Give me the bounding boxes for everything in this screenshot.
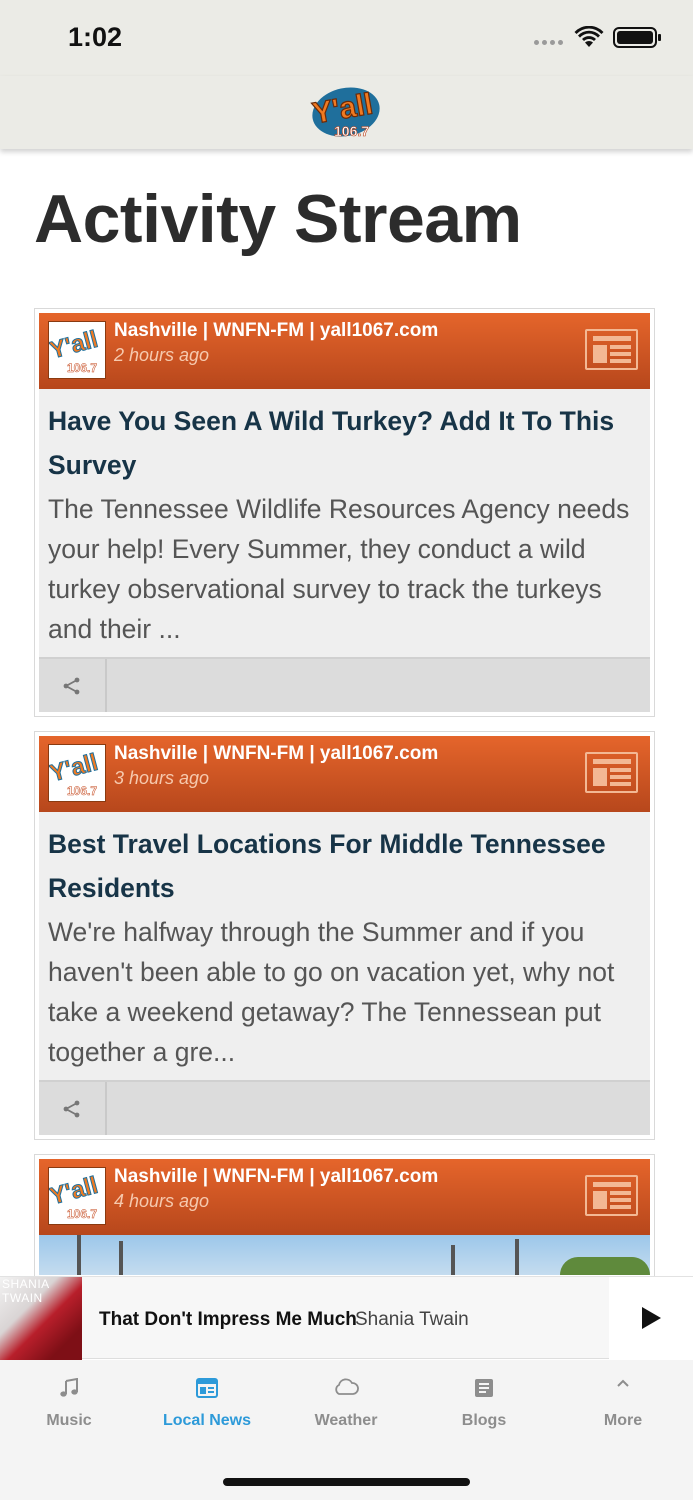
cloud-icon <box>335 1378 359 1395</box>
cellular-signal-icon <box>534 40 563 45</box>
chevron-up-icon <box>617 1379 629 1387</box>
source-logo: Y'all 106.7 <box>48 744 106 802</box>
card-header: Y'all 106.7 Nashville | WNFN-FM | yall10… <box>39 1159 650 1235</box>
artist-name: Shania Twain <box>355 1309 469 1330</box>
share-button[interactable] <box>39 1082 107 1135</box>
tab-label: More <box>603 1412 643 1429</box>
tab-label: Blogs <box>461 1412 507 1429</box>
tab-weather[interactable]: Weather <box>277 1360 415 1440</box>
svg-text:106.7: 106.7 <box>67 361 97 375</box>
station-logo: Y'all 106.7 <box>309 87 380 139</box>
article-type-icon <box>585 1175 638 1216</box>
card-title[interactable]: Best Travel Locations For Middle Tenness… <box>39 812 650 910</box>
card-source: Nashville | WNFN-FM | yall1067.com <box>114 1166 439 1187</box>
share-icon <box>63 1100 80 1117</box>
card-description: We're halfway through the Summer and if … <box>48 917 615 1067</box>
svg-text:106.7: 106.7 <box>67 784 97 798</box>
card-description: The Tennessee Wildlife Resources Agency … <box>48 494 630 644</box>
status-time: 1:02 <box>68 22 123 52</box>
tab-music[interactable]: Music <box>0 1360 138 1440</box>
svg-text:106.7: 106.7 <box>334 123 369 139</box>
svg-text:Y'all: Y'all <box>49 1172 101 1211</box>
card-title[interactable]: Have You Seen A Wild Turkey? Add It To T… <box>39 389 650 487</box>
card-timestamp: 4 hours ago <box>114 1191 210 1211</box>
article-type-icon <box>585 752 638 793</box>
wifi-icon <box>574 26 604 47</box>
tab-label: Weather <box>314 1412 378 1429</box>
play-button[interactable] <box>609 1277 693 1359</box>
now-playing-bar[interactable]: SHANIA TWAIN That Don't Impress Me Much … <box>0 1276 693 1360</box>
tab-label: Local News <box>162 1412 252 1429</box>
svg-text:106.7: 106.7 <box>67 1207 97 1221</box>
song-title: That Don't Impress Me Much <box>99 1309 357 1330</box>
card-timestamp: 3 hours ago <box>114 768 210 788</box>
tab-blogs[interactable]: Blogs <box>415 1360 553 1440</box>
music-note-icon <box>60 1378 78 1397</box>
album-art-text: SHANIA TWAIN <box>2 1277 50 1305</box>
activity-card[interactable]: Y'all 106.7 Nashville | WNFN-FM | yall10… <box>34 731 655 1140</box>
activity-card[interactable]: Y'all 106.7 Nashville | WNFN-FM | yall10… <box>34 1154 655 1276</box>
home-indicator[interactable] <box>223 1478 470 1486</box>
svg-text:Y'all: Y'all <box>49 326 101 365</box>
tab-local-news[interactable]: Local News <box>138 1360 276 1440</box>
app-header: Y'all 106.7 <box>0 76 693 149</box>
source-logo: Y'all 106.7 <box>48 321 106 379</box>
card-header: Y'all 106.7 Nashville | WNFN-FM | yall10… <box>39 736 650 812</box>
card-header: Y'all 106.7 Nashville | WNFN-FM | yall10… <box>39 313 650 389</box>
activity-card[interactable]: Y'all 106.7 Nashville | WNFN-FM | yall10… <box>34 308 655 717</box>
card-timestamp: 2 hours ago <box>114 345 210 365</box>
tab-label: Music <box>46 1412 92 1429</box>
card-source: Nashville | WNFN-FM | yall1067.com <box>114 320 439 341</box>
album-art: SHANIA TWAIN <box>0 1277 82 1360</box>
play-icon <box>642 1307 661 1329</box>
card-footer <box>39 657 650 712</box>
battery-icon <box>613 27 661 48</box>
svg-text:Y'all: Y'all <box>49 749 101 788</box>
document-icon <box>475 1379 493 1397</box>
news-icon <box>196 1378 218 1398</box>
card-image[interactable] <box>39 1235 650 1275</box>
share-button[interactable] <box>39 659 107 712</box>
card-source: Nashville | WNFN-FM | yall1067.com <box>114 743 439 764</box>
source-logo: Y'all 106.7 <box>48 1167 106 1225</box>
status-bar: 1:02 <box>0 0 693 76</box>
tab-bar: Music Local News Weather Blogs More <box>0 1360 693 1500</box>
article-type-icon <box>585 329 638 370</box>
share-icon <box>63 677 80 694</box>
page-title: Activity Stream <box>34 181 522 257</box>
card-footer <box>39 1080 650 1135</box>
tab-more[interactable]: More <box>554 1360 692 1440</box>
